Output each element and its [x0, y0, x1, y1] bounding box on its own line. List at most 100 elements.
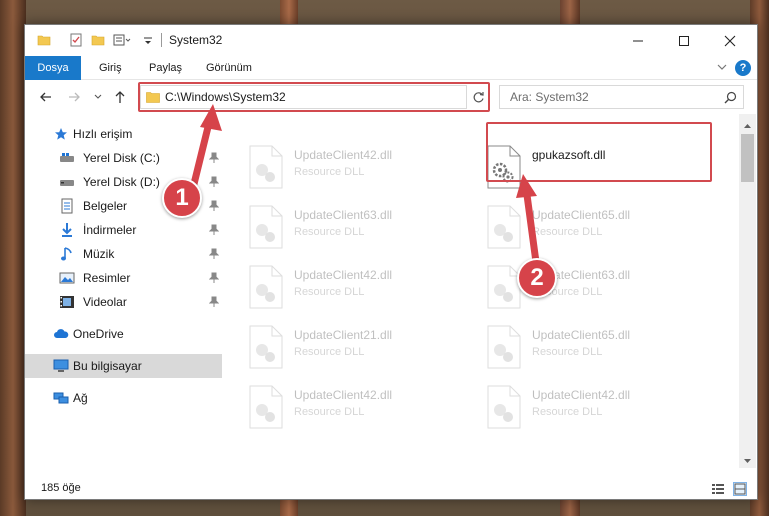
- file-name: UpdateClient65.dll: [532, 328, 631, 342]
- cloud-icon: [53, 326, 69, 342]
- title-separator: [161, 33, 162, 47]
- file-item[interactable]: UpdateClient21.dll Resource DLL: [246, 324, 476, 378]
- file-type: Resource DLL: [532, 406, 603, 418]
- file-name: UpdateClient42.dll: [294, 148, 393, 162]
- file-name: UpdateClient21.dll: [294, 328, 393, 342]
- dll-file-icon: [484, 324, 524, 370]
- scroll-up-icon[interactable]: [743, 120, 752, 129]
- pin-icon[interactable]: [208, 296, 220, 308]
- search-input[interactable]: Ara: System32: [499, 85, 744, 109]
- explorer-window: System32 Dosya Giriş Paylaş Görünüm ? C:…: [24, 24, 758, 500]
- address-bar[interactable]: C:\Windows\System32: [140, 85, 490, 109]
- dll-file-icon: [246, 384, 286, 430]
- pin-icon[interactable]: [208, 152, 220, 164]
- file-name: gpukazsoft.dll: [532, 148, 606, 162]
- file-item[interactable]: UpdateClient42.dll Resource DLL: [484, 384, 714, 438]
- pin-icon[interactable]: [208, 248, 220, 260]
- folder-icon: [37, 33, 51, 47]
- drive-icon: [59, 150, 75, 166]
- documents-icon: [59, 198, 75, 214]
- large-icons-view-icon[interactable]: [733, 482, 747, 496]
- close-button[interactable]: [707, 25, 753, 56]
- maximize-button[interactable]: [661, 25, 707, 56]
- star-icon: [53, 126, 69, 142]
- pin-icon[interactable]: [208, 224, 220, 236]
- forward-button[interactable]: [65, 88, 83, 106]
- sidebar-item-onedrive[interactable]: OneDrive: [25, 322, 222, 346]
- search-icon[interactable]: [724, 91, 737, 104]
- sidebar-item-music[interactable]: Müzik: [25, 242, 222, 266]
- tab-view[interactable]: Görünüm: [206, 56, 252, 80]
- file-type: Resource DLL: [294, 226, 365, 238]
- sidebar-item-quick-access[interactable]: Hızlı erişim: [25, 122, 222, 146]
- file-item[interactable]: UpdateClient42.dll Resource DLL: [246, 384, 476, 438]
- sidebar-item-downloads[interactable]: İndirmeler: [25, 218, 222, 242]
- sidebar-item-network[interactable]: Ağ: [25, 386, 222, 410]
- drive-icon: [59, 174, 75, 190]
- sidebar-item-label: İndirmeler: [83, 223, 137, 237]
- vertical-scrollbar[interactable]: [739, 114, 756, 468]
- sidebar-item-label: Yerel Disk (D:): [83, 175, 160, 189]
- background-trunk: [0, 0, 26, 516]
- file-type: Resource DLL: [532, 346, 603, 358]
- dll-file-icon: [484, 384, 524, 430]
- sidebar-item-label: OneDrive: [73, 327, 124, 341]
- file-type: Resource DLL: [294, 286, 365, 298]
- navigation-pane: Hızlı erişim Yerel Disk (C:) Yerel Disk …: [25, 114, 222, 468]
- step-2-badge: 2: [517, 258, 557, 298]
- pin-icon[interactable]: [208, 176, 220, 188]
- sidebar-item-videos[interactable]: Videolar: [25, 290, 222, 314]
- file-name: UpdateClient63.dll: [294, 208, 393, 222]
- pin-icon[interactable]: [208, 272, 220, 284]
- title-bar: System32: [25, 25, 757, 56]
- sidebar-item-label: Ağ: [73, 391, 88, 405]
- file-type: Resource DLL: [294, 406, 365, 418]
- dll-file-icon: [246, 144, 286, 190]
- file-type: Resource DLL: [294, 346, 365, 358]
- help-button[interactable]: ?: [735, 60, 751, 76]
- address-path: C:\Windows\System32: [165, 90, 286, 104]
- file-item[interactable]: UpdateClient65.dll Resource DLL: [484, 324, 714, 378]
- music-icon: [59, 246, 75, 262]
- up-button[interactable]: [111, 88, 129, 106]
- tab-home[interactable]: Giriş: [99, 56, 122, 80]
- recent-locations-button[interactable]: [89, 88, 107, 106]
- minimize-button[interactable]: [615, 25, 661, 56]
- videos-icon: [59, 294, 75, 310]
- file-item[interactable]: UpdateClient63.dll Resource DLL: [246, 204, 476, 258]
- window-title: System32: [169, 33, 223, 47]
- search-placeholder: Ara: System32: [510, 90, 589, 104]
- file-name: UpdateClient65.dll: [532, 208, 631, 222]
- dll-file-icon: [246, 204, 286, 250]
- file-item[interactable]: UpdateClient65.dll Resource DLL: [484, 204, 714, 258]
- file-name: UpdateClient42.dll: [294, 268, 393, 282]
- pin-icon[interactable]: [208, 200, 220, 212]
- customize-toolbar-icon[interactable]: [143, 33, 157, 47]
- properties-icon[interactable]: [69, 33, 83, 47]
- sidebar-item-label: Bu bilgisayar: [73, 359, 142, 373]
- new-folder-icon[interactable]: [91, 33, 105, 47]
- file-list: UpdateClient42.dll Resource DLL gpukazso…: [222, 114, 739, 468]
- tab-share[interactable]: Paylaş: [149, 56, 182, 80]
- file-item[interactable]: UpdateClient42.dll Resource DLL: [246, 264, 476, 318]
- file-item[interactable]: UpdateClient42.dll Resource DLL: [246, 144, 476, 198]
- details-view-icon[interactable]: [711, 482, 725, 496]
- sidebar-item-local-disk-c[interactable]: Yerel Disk (C:): [25, 146, 222, 170]
- scroll-down-icon[interactable]: [743, 454, 752, 463]
- file-type: Resource DLL: [532, 226, 603, 238]
- scrollbar-thumb[interactable]: [741, 134, 754, 182]
- file-item-highlighted[interactable]: gpukazsoft.dll: [484, 144, 714, 198]
- downloads-icon: [59, 222, 75, 238]
- address-row: C:\Windows\System32 Ara: System32: [25, 80, 757, 114]
- view-options-icon[interactable]: [113, 33, 131, 47]
- dll-file-icon: [484, 204, 524, 250]
- expand-ribbon-icon[interactable]: [715, 60, 729, 74]
- back-button[interactable]: [37, 88, 55, 106]
- dll-file-icon: [484, 144, 524, 190]
- refresh-button[interactable]: [466, 85, 490, 109]
- folder-icon: [146, 91, 160, 103]
- sidebar-item-pictures[interactable]: Resimler: [25, 266, 222, 290]
- dll-file-icon: [246, 324, 286, 370]
- sidebar-item-this-pc[interactable]: Bu bilgisayar: [25, 354, 222, 378]
- file-type: Resource DLL: [294, 166, 365, 178]
